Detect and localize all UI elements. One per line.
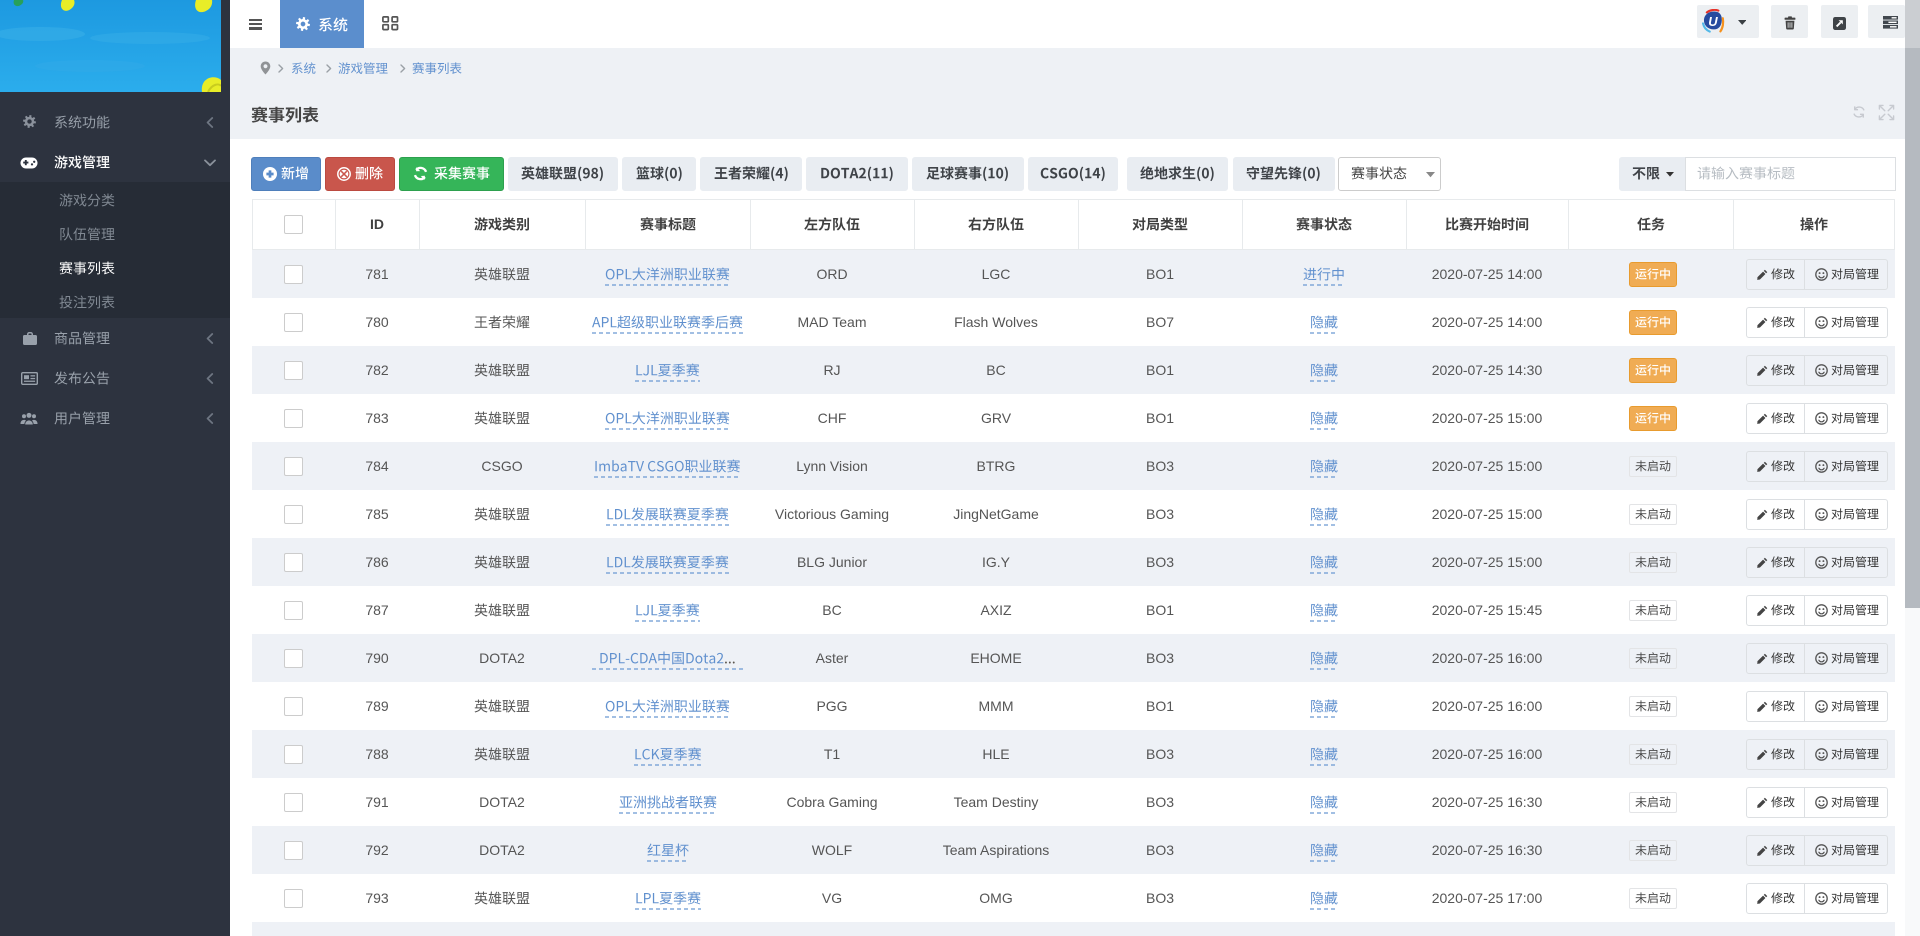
- svg-text:U: U: [1708, 14, 1718, 29]
